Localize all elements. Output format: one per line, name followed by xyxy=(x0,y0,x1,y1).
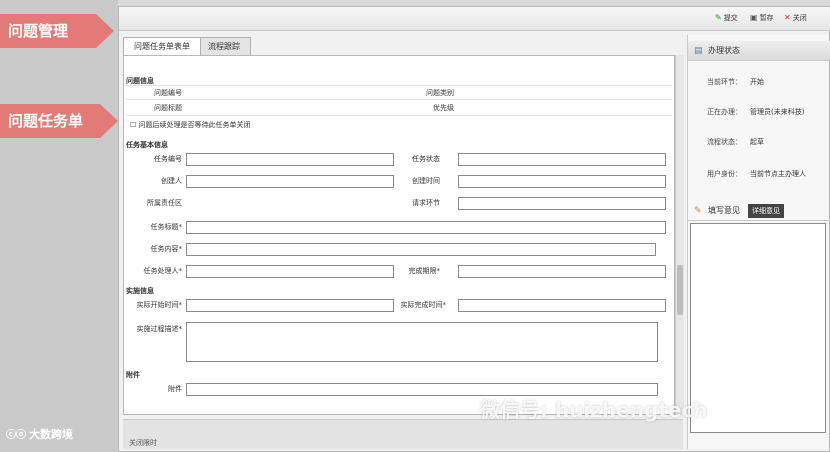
task-status-input[interactable] xyxy=(458,153,666,166)
save-draft-button[interactable]: ▣ 暂存 xyxy=(750,13,774,23)
problem-title-label: 问题标题 xyxy=(154,104,182,112)
problem-type-label: 问题类别 xyxy=(426,89,454,97)
close-icon: ✕ xyxy=(784,13,791,22)
left-annotation-strip: 问题管理 问题任务单 ⓒⓞ 大数跨境 xyxy=(0,0,118,452)
callout-problem-management: 问题管理 xyxy=(0,14,114,48)
opinion-header: ✎ 填写意见 详细意见 xyxy=(688,201,830,221)
submit-icon: ✎ xyxy=(715,13,722,22)
divider xyxy=(126,99,672,100)
app-window: ✎ 提交 ▣ 暂存 ✕ 关闭 问题任务单表单 流程跟踪 问题信息 问题编号 问题类别 … xyxy=(118,6,830,452)
divider xyxy=(126,115,672,116)
flow-status: 流程状态： 起草 xyxy=(707,138,764,146)
actual-end-input[interactable] xyxy=(458,299,666,312)
task-status-label: 任务状态 xyxy=(412,155,440,163)
process-desc-textarea[interactable] xyxy=(186,322,658,362)
section-attachment: 附件 xyxy=(126,371,140,379)
brand-mark: ⓒⓞ xyxy=(6,430,26,441)
task-title-input[interactable] xyxy=(186,221,666,234)
resp-area-label: 所属责任区 xyxy=(147,199,182,207)
status-panel-header: ▤ 办理状态 xyxy=(688,41,830,61)
submit-button[interactable]: ✎ 提交 xyxy=(715,13,738,23)
brand-name: 大数跨境 xyxy=(29,428,73,441)
create-time-label: 创建时间 xyxy=(412,177,440,185)
status-icon: ▤ xyxy=(694,46,703,56)
deadline-label: 完成期限* xyxy=(408,267,441,275)
creator-input[interactable] xyxy=(186,175,394,188)
status-text: 关闭限时 xyxy=(129,439,157,447)
task-no-input[interactable] xyxy=(186,153,394,166)
task-handler-label: 任务处理人* xyxy=(143,267,183,275)
current-node: 当前环节： 开始 xyxy=(707,78,764,86)
scroll-thumb[interactable] xyxy=(677,265,683,315)
actual-start-input[interactable] xyxy=(186,299,394,312)
request-node-input[interactable] xyxy=(458,197,666,210)
task-title-label: 任务标题* xyxy=(150,223,183,231)
tab-flow-tracking[interactable]: 流程跟踪 xyxy=(197,37,251,55)
side-panel: ▤ 办理状态 当前环节： 开始 正在办理： 管理员(未来科技) 流程状态： 起草 用户身… xyxy=(687,35,830,449)
task-handler-input[interactable] xyxy=(186,265,394,278)
save-icon: ▣ xyxy=(750,13,758,22)
status-bar: 关闭限时 xyxy=(123,419,683,449)
actual-start-label: 实际开始时间* xyxy=(136,301,183,309)
close-button[interactable]: ✕ 关闭 xyxy=(784,13,807,23)
section-implementation: 实施信息 xyxy=(126,287,154,295)
tab-bar: 问题任务单表单 流程跟踪 xyxy=(119,35,679,55)
problem-no-label: 问题编号 xyxy=(154,89,182,97)
wechat-watermark: 微信号: huizhengtech xyxy=(480,398,708,422)
priority-label: 优先级 xyxy=(433,104,454,112)
detail-opinion-button[interactable]: 详细意见 xyxy=(748,204,784,218)
tab-task-form[interactable]: 问题任务单表单 xyxy=(123,37,201,55)
toolbar: ✎ 提交 ▣ 暂存 ✕ 关闭 xyxy=(119,7,830,31)
form-scrollbar[interactable] xyxy=(675,55,684,415)
task-content-label: 任务内容* xyxy=(150,245,183,253)
deadline-input[interactable] xyxy=(458,265,666,278)
task-form: 问题信息 问题编号 问题类别 问题标题 优先级 ☐ 问题后续处理是否等待此任务单… xyxy=(123,55,675,415)
user-role: 用户身份： 当前节点主办理人 xyxy=(707,170,806,178)
divider xyxy=(126,85,672,86)
process-desc-label: 实施过程描述* xyxy=(136,325,183,333)
opinion-textarea[interactable] xyxy=(690,223,826,433)
handling-by: 正在办理： 管理员(未来科技) xyxy=(707,108,805,116)
section-task-basic-info: 任务基本信息 xyxy=(126,141,168,149)
create-time-input[interactable] xyxy=(458,175,666,188)
wait-close-checkbox[interactable]: ☐ 问题后续处理是否等待此任务单关闭 xyxy=(130,120,251,130)
callout-problem-task: 问题任务单 xyxy=(0,104,118,138)
actual-end-label: 实际完成时间* xyxy=(400,301,447,309)
task-content-input[interactable] xyxy=(186,243,656,256)
brand-logo: ⓒⓞ 大数跨境 xyxy=(6,426,73,442)
attachment-label: 附件 xyxy=(168,385,182,393)
request-node-label: 请求环节 xyxy=(412,199,440,207)
task-no-label: 任务编号 xyxy=(154,155,182,163)
pencil-icon: ✎ xyxy=(694,206,702,216)
creator-label: 创建人 xyxy=(161,177,182,185)
